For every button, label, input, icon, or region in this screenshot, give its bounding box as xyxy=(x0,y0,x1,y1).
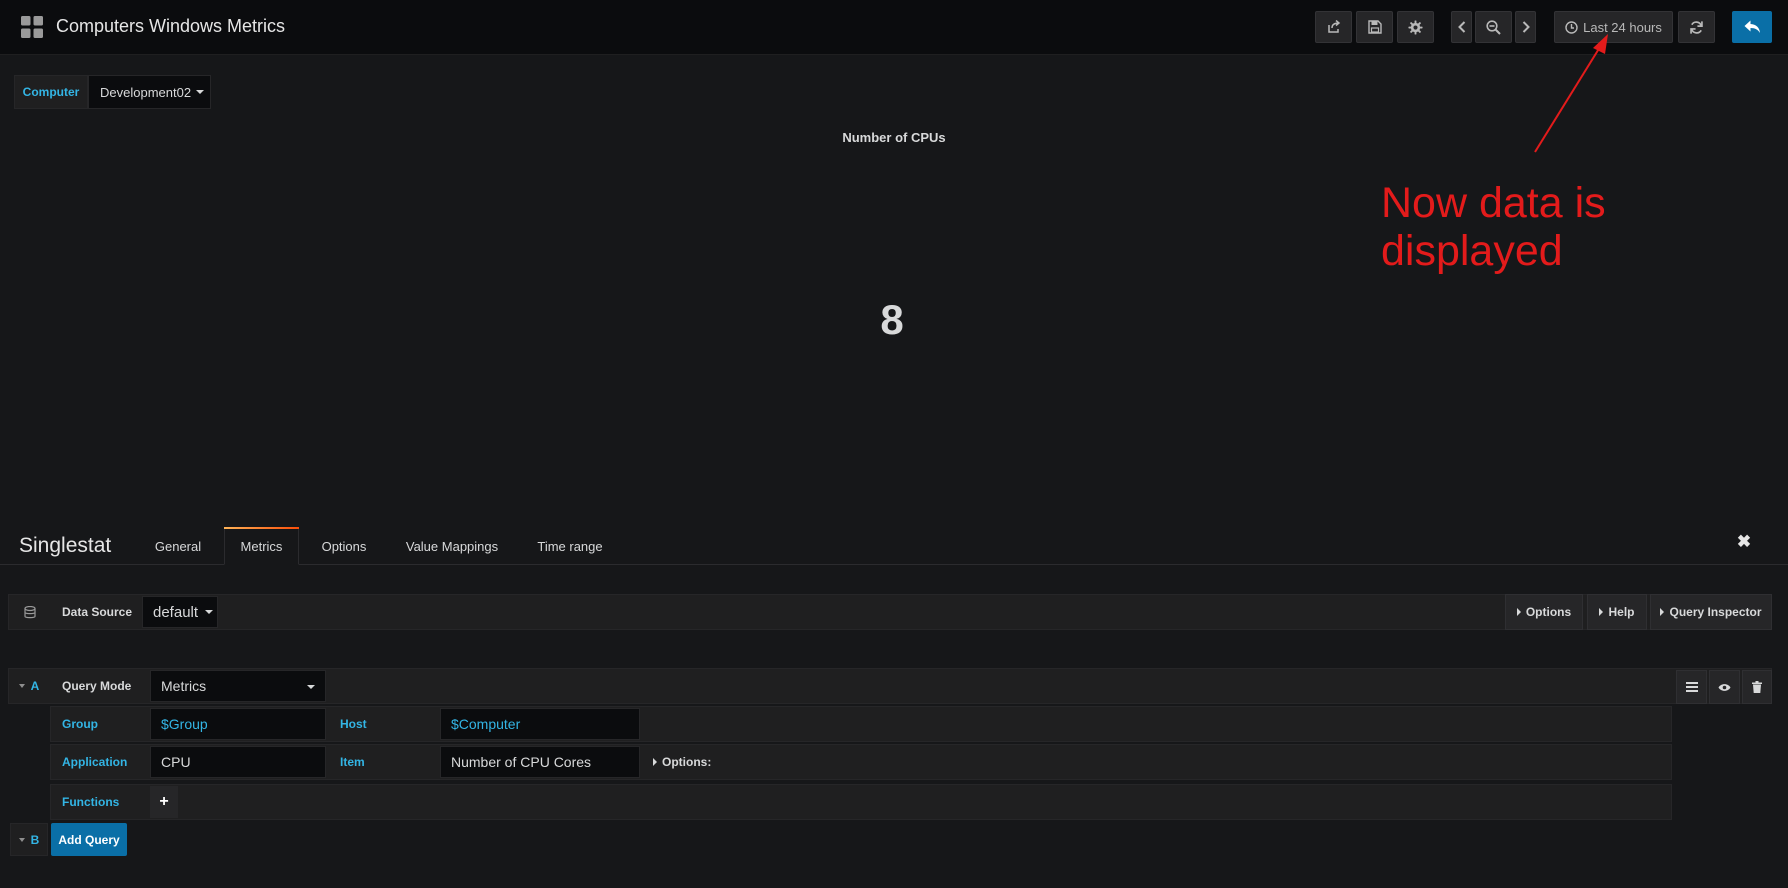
host-label: Host xyxy=(330,708,438,740)
caret-right-icon xyxy=(1516,608,1521,616)
add-function-button[interactable]: + xyxy=(150,786,178,818)
query-mode-select[interactable]: Metrics xyxy=(150,670,326,702)
query-a-collapse-toggle[interactable]: A xyxy=(10,670,48,702)
tab-options[interactable]: Options xyxy=(312,527,376,565)
eye-icon xyxy=(1718,683,1731,691)
tab-metrics[interactable]: Metrics xyxy=(224,527,299,565)
singlestat-value: 8 xyxy=(880,296,904,343)
datasource-options-button[interactable]: Options xyxy=(1505,594,1583,630)
datasource-label: Data Source xyxy=(52,596,140,628)
query-mode-value: Metrics xyxy=(161,678,207,694)
trash-icon xyxy=(1752,681,1762,693)
query-b-collapse-toggle[interactable]: B xyxy=(10,823,48,856)
time-picker-button[interactable]: Last 24 hours xyxy=(1554,11,1673,43)
settings-button[interactable] xyxy=(1397,11,1434,43)
caret-down-icon xyxy=(307,685,315,689)
tab-value-mappings[interactable]: Value Mappings xyxy=(396,527,508,565)
tab-time-range[interactable]: Time range xyxy=(527,527,613,565)
caret-right-icon xyxy=(1660,608,1665,616)
item-label: Item xyxy=(330,746,438,778)
application-label: Application xyxy=(52,746,146,778)
close-icon[interactable]: ✖ xyxy=(1734,532,1754,556)
annotation-text: Now data is displayed xyxy=(1381,179,1606,275)
caret-down-icon xyxy=(196,90,205,94)
computer-variable-label: Computer xyxy=(14,75,88,109)
chevron-left-icon xyxy=(1457,21,1465,33)
time-shift-forward-button[interactable] xyxy=(1515,11,1536,43)
database-icon xyxy=(20,596,40,628)
query-options-label: Options: xyxy=(662,755,712,769)
panel-title[interactable]: Number of CPUs xyxy=(0,130,1788,145)
back-to-dashboard-button[interactable] xyxy=(1732,11,1772,43)
caret-down-icon xyxy=(205,610,214,614)
query-a-ref-id: A xyxy=(30,679,40,693)
top-navbar: Computers Windows Metrics Last 24 hours xyxy=(0,0,1788,55)
datasource-select[interactable]: default xyxy=(142,596,218,628)
back-arrow-icon xyxy=(1744,20,1760,33)
group-input[interactable]: $Group xyxy=(150,708,326,740)
caret-right-icon xyxy=(653,758,657,766)
save-icon xyxy=(1367,20,1382,34)
time-shift-back-button[interactable] xyxy=(1451,11,1472,43)
query-b-ref-id: B xyxy=(30,832,40,847)
query-options-toggle[interactable]: Options: xyxy=(645,746,745,778)
chevron-right-icon xyxy=(1522,21,1530,33)
query-inspector-label: Query Inspector xyxy=(1669,605,1762,619)
caret-down-icon xyxy=(18,684,25,688)
query-menu-button[interactable] xyxy=(1676,670,1707,704)
toggle-query-visibility-button[interactable] xyxy=(1709,670,1740,704)
delete-query-button[interactable] xyxy=(1742,670,1772,704)
item-input[interactable]: Number of CPU Cores xyxy=(440,746,640,778)
hamburger-icon xyxy=(1685,682,1698,692)
computer-variable-select[interactable]: Development02 xyxy=(88,75,211,109)
query-a-functions-row xyxy=(50,784,1672,820)
query-mode-label: Query Mode xyxy=(52,670,146,702)
application-input[interactable]: CPU xyxy=(150,746,326,778)
datasource-options-label: Options xyxy=(1525,605,1572,619)
save-dashboard-button[interactable] xyxy=(1356,11,1393,43)
gear-icon xyxy=(1408,19,1423,35)
help-button[interactable]: Help xyxy=(1587,594,1647,630)
clock-icon xyxy=(1565,20,1578,34)
help-label: Help xyxy=(1608,605,1635,619)
datasource-value: default xyxy=(153,603,199,621)
functions-label: Functions xyxy=(52,786,146,818)
add-query-button[interactable]: Add Query xyxy=(51,823,127,856)
zoom-out-button[interactable] xyxy=(1475,11,1512,43)
caret-down-icon xyxy=(18,837,25,842)
refresh-button[interactable] xyxy=(1678,11,1715,43)
dashboard-title[interactable]: Computers Windows Metrics xyxy=(56,16,285,37)
computer-variable-value: Development02 xyxy=(100,84,192,100)
editor-title: Singlestat xyxy=(19,534,112,557)
query-inspector-button[interactable]: Query Inspector xyxy=(1650,594,1772,630)
share-icon xyxy=(1327,20,1340,33)
share-button[interactable] xyxy=(1315,11,1352,43)
refresh-icon xyxy=(1690,20,1703,34)
tab-general[interactable]: General xyxy=(146,527,210,565)
caret-right-icon xyxy=(1599,608,1604,616)
zoom-out-icon xyxy=(1486,19,1501,35)
host-input[interactable]: $Computer xyxy=(440,708,640,740)
group-label: Group xyxy=(52,708,146,740)
time-range-label: Last 24 hours xyxy=(1583,19,1662,35)
grid-icon[interactable] xyxy=(21,16,43,38)
